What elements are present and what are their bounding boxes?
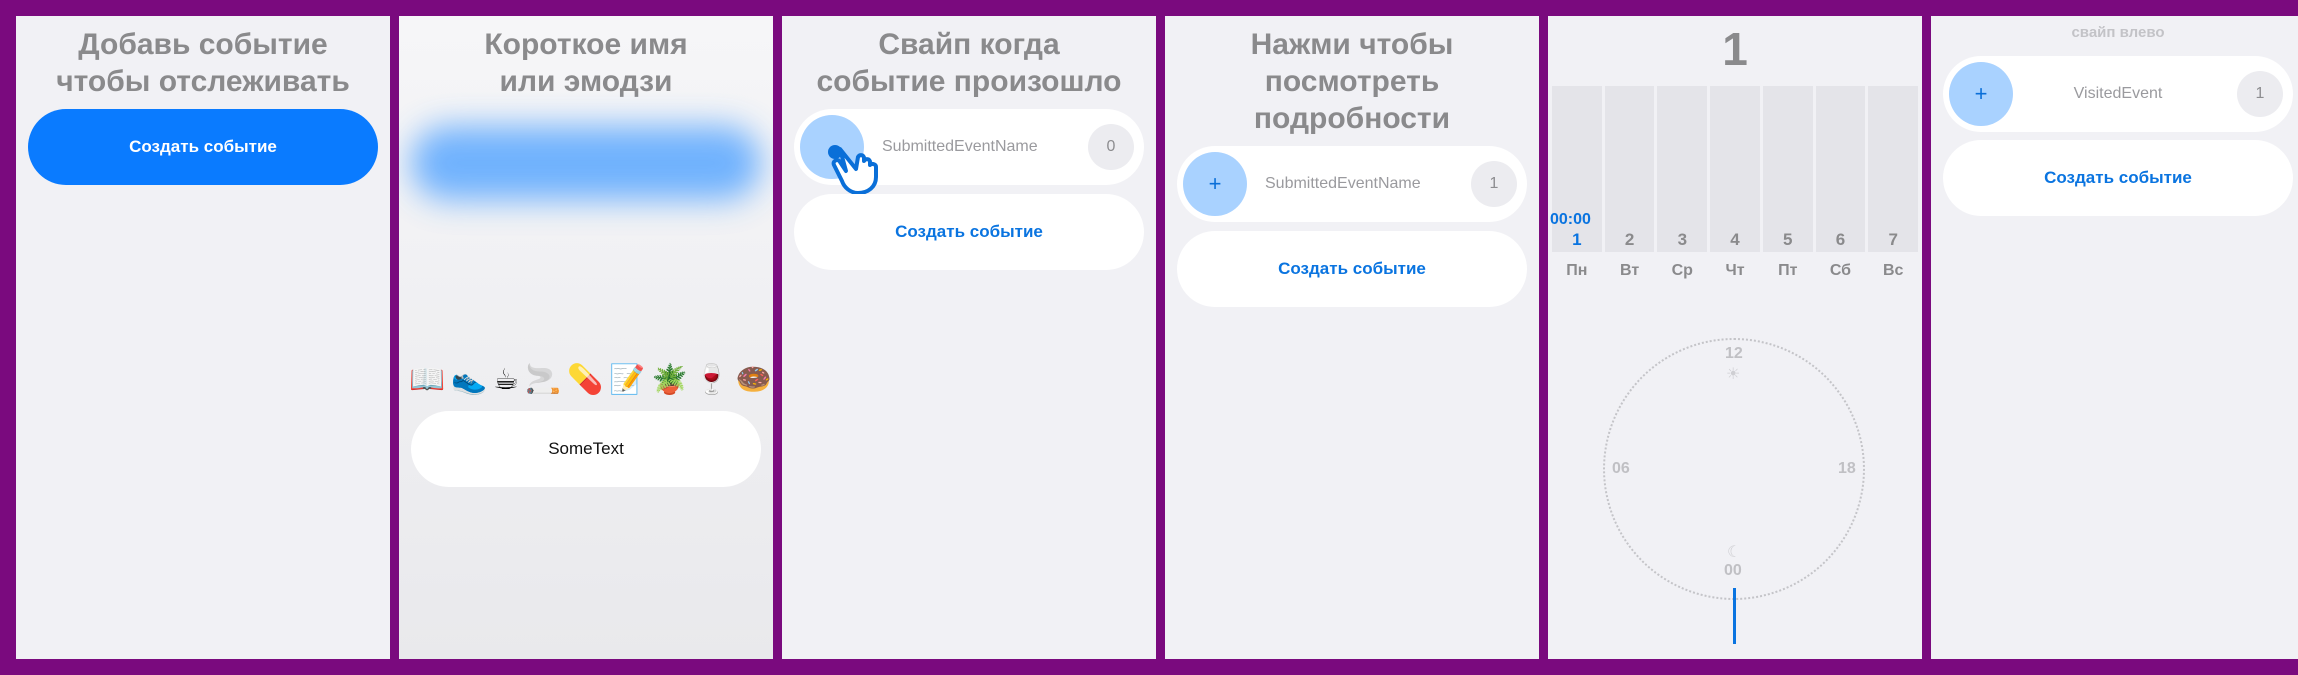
event-row[interactable]: + SubmittedEventName 1 xyxy=(1177,146,1527,222)
week-chart: 1 2 3 4 5 6 7 xyxy=(1552,86,1919,252)
event-count-badge: 1 xyxy=(1471,161,1517,207)
create-event-label: Создать событие xyxy=(1278,259,1426,278)
day-number: 7 xyxy=(1888,230,1898,249)
plus-icon[interactable]: + xyxy=(1183,152,1247,216)
time-label: 00:00 xyxy=(1550,211,1591,228)
day-name: Вт xyxy=(1619,262,1640,279)
day-number: 1 xyxy=(1572,230,1582,249)
title-line: посмотреть xyxy=(1264,65,1440,98)
panel-title: Добавь событие чтобы отслеживать xyxy=(16,26,390,100)
create-event-label: Создать событие xyxy=(895,222,1043,241)
event-details-panel: 1 1 2 3 4 5 6 7 00:00 Пн Вт Ср Чт Пт Сб … xyxy=(1548,16,1922,659)
event-count-badge: 1 xyxy=(2237,71,2283,117)
day-column[interactable]: 7 xyxy=(1868,86,1919,252)
day-name: Сб xyxy=(1829,262,1852,279)
create-event-button[interactable]: Создать событие xyxy=(28,109,378,185)
create-event-button[interactable]: Создать событие xyxy=(794,194,1144,270)
day-number: 5 xyxy=(1783,230,1793,249)
day-column[interactable]: 3 xyxy=(1657,86,1708,252)
onboarding-panel-details: Нажми чтобы посмотреть подробности + Sub… xyxy=(1165,16,1539,659)
clock-label-00: 00 xyxy=(1724,562,1742,579)
day-name: Вс xyxy=(1882,262,1904,279)
event-name: SubmittedEventName xyxy=(882,138,1038,155)
total-count: 1 xyxy=(1722,23,1748,75)
day-number: 6 xyxy=(1835,230,1846,249)
clock-label-12: 12 xyxy=(1725,345,1743,362)
title-line: Нажми чтобы xyxy=(1250,28,1454,61)
panel-title: Короткое имя или эмодзи xyxy=(399,26,773,100)
onboarding-panel-swipe-left: свайп влево + VisitedEvent 1 Создать соб… xyxy=(1931,16,2298,659)
onboarding-panel-swipe: Свайп когда событие произошло SubmittedE… xyxy=(782,16,1156,659)
day-column[interactable]: 6 xyxy=(1815,86,1866,252)
day-names-row: Пн Вт Ср Чт Пт Сб Вс xyxy=(1552,262,1918,280)
create-event-button[interactable]: Создать событие xyxy=(1943,140,2293,216)
title-line: или эмодзи xyxy=(499,65,673,98)
title-line: подробности xyxy=(1253,102,1451,135)
create-event-label: Создать событие xyxy=(129,137,277,156)
event-count-badge: 0 xyxy=(1088,124,1134,170)
event-name-input[interactable]: SomeText xyxy=(411,411,761,487)
plus-glyph: + xyxy=(1208,171,1222,196)
panel-title: Свайп когда событие произошло xyxy=(782,26,1156,100)
swipe-left-hint: свайп влево xyxy=(2071,24,2165,41)
day-number: 3 xyxy=(1677,230,1688,249)
emoji-picker-row[interactable]: 📖👟☕🚬💊📝🪴🍷🍩 xyxy=(409,362,773,397)
title-line: чтобы отслеживать xyxy=(56,65,350,98)
create-event-button[interactable]: Создать событие xyxy=(1177,231,1527,307)
event-row[interactable]: SubmittedEventName 0 xyxy=(794,109,1144,195)
event-name-input-value: SomeText xyxy=(548,439,624,458)
onboarding-panel-create: Добавь событие чтобы отслеживать Создать… xyxy=(16,16,390,659)
title-line: событие произошло xyxy=(816,65,1122,98)
day-column[interactable]: 5 xyxy=(1762,86,1813,252)
blurred-input-preview xyxy=(411,126,761,200)
sun-icon: ☀ xyxy=(1726,366,1741,383)
day-name: Пт xyxy=(1778,262,1798,279)
create-event-label: Создать событие xyxy=(2044,168,2192,187)
onboarding-panel-name: Короткое имя или эмодзи 📖👟☕🚬💊📝🪴🍷🍩 SomeTe… xyxy=(399,16,773,659)
day-number: 4 xyxy=(1730,230,1740,249)
day-name: Пн xyxy=(1566,262,1588,279)
title-line: Свайп когда xyxy=(878,28,1060,61)
day-column[interactable]: 4 xyxy=(1710,86,1760,252)
clock-label-06: 06 xyxy=(1612,460,1630,477)
hand-pointer-icon xyxy=(831,147,878,195)
event-name: SubmittedEventName xyxy=(1265,175,1421,192)
day-name: Чт xyxy=(1725,262,1745,279)
title-line: Добавь событие xyxy=(78,28,328,61)
panel-title: Нажми чтобы посмотреть подробности xyxy=(1165,26,1539,137)
clock-label-18: 18 xyxy=(1838,460,1856,477)
clock-needle xyxy=(1733,588,1736,644)
title-line: Короткое имя xyxy=(484,28,688,61)
day-column[interactable]: 2 xyxy=(1604,86,1655,252)
event-row[interactable]: + VisitedEvent 1 xyxy=(1943,56,2293,132)
swipe-handle[interactable] xyxy=(800,115,878,195)
day-name: Ср xyxy=(1671,262,1693,279)
moon-icon: ☾ xyxy=(1727,544,1742,561)
day-number: 2 xyxy=(1624,230,1635,249)
